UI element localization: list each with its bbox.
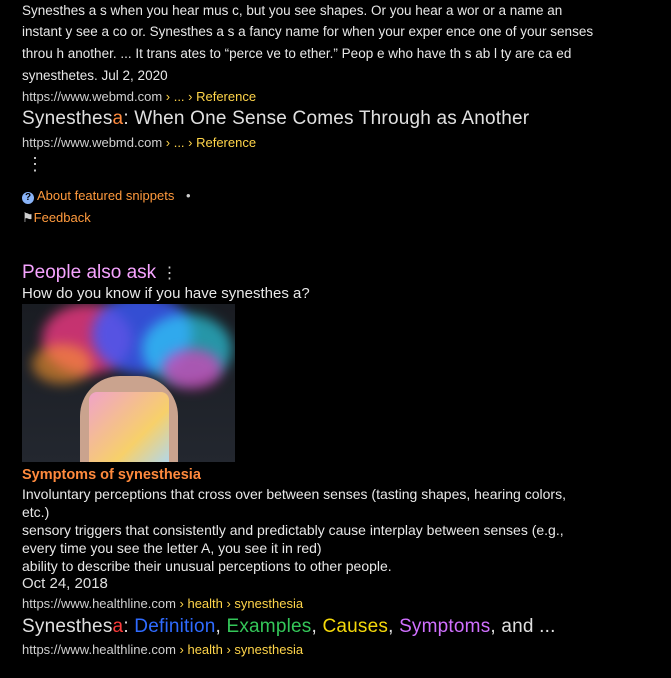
url-domain: https://www.healthline.com (22, 642, 176, 657)
title-part: a (112, 108, 124, 129)
feedback-label: Feedback (33, 210, 91, 225)
snippet-date-line: synesthetes. Jul 2, 2020 (22, 68, 168, 83)
title-part: : When One Sense Comes Through as Anothe… (123, 108, 530, 129)
title-part: : (123, 616, 135, 637)
symptom-line: etc.) (22, 504, 50, 520)
result-url-webmd-2[interactable]: https://www.webmd.com › ... › Reference (22, 135, 256, 150)
url-domain: https://www.webmd.com (22, 89, 163, 104)
paa-question[interactable]: How do you know if you have synesthes a? (22, 285, 310, 302)
snippet-line-3: throu h another. ... It trans ates to “p… (22, 46, 572, 61)
result-title-webmd[interactable]: Synesthesa: When One Sense Comes Through… (22, 108, 529, 130)
url-breadcrumb: › health › synesthesia (175, 596, 304, 611)
result-menu-icon[interactable]: ⋮ (26, 154, 44, 175)
title-part: , and ... (490, 616, 556, 637)
result-url-webmd-1[interactable]: https://www.webmd.com › ... › Reference (22, 89, 256, 104)
url-breadcrumb: › health › synesthesia (175, 642, 304, 657)
symptom-line: ability to describe their unusual percep… (22, 558, 392, 574)
title-part: Definition (134, 616, 216, 637)
about-featured-snippets-link[interactable]: ? About featured snippets • (22, 188, 191, 204)
paa-title-text: People also ask (22, 262, 157, 283)
symptom-line: Involuntary perceptions that cross over … (22, 486, 566, 502)
title-part: a (112, 616, 124, 637)
title-part: Causes (322, 616, 389, 637)
url-breadcrumb: › ... › Reference (162, 89, 257, 104)
title-part: Symptoms (399, 616, 491, 637)
result-title-healthline[interactable]: Synesthesa: Definition, Examples, Causes… (22, 616, 556, 638)
symptoms-heading: Symptoms of synesthesia (22, 467, 201, 483)
title-part: , (388, 616, 400, 637)
url-domain: https://www.healthline.com (22, 596, 176, 611)
title-part: , (311, 616, 323, 637)
url-domain: https://www.webmd.com (22, 135, 163, 150)
title-part: Examples (226, 616, 312, 637)
people-also-ask-heading: People also ask ⋮ (22, 262, 177, 284)
title-part: Synesthes (22, 616, 113, 637)
help-icon: ? (22, 192, 34, 204)
title-part: , (215, 616, 227, 637)
paa-source-url[interactable]: https://www.healthline.com › health › sy… (22, 596, 303, 611)
paa-image (22, 304, 235, 462)
title-part: Synesthes (22, 108, 113, 129)
feedback-link[interactable]: ⚑Feedback (22, 210, 91, 226)
snippet-line-1: Synesthes a s when you hear mus c, but y… (22, 3, 563, 18)
symptom-line: every time you see the letter A, you see… (22, 540, 322, 556)
snippet-line-2: instant y see a co or. Synesthes a s a f… (22, 24, 594, 39)
symptom-line: sensory triggers that consistently and p… (22, 522, 564, 538)
url-breadcrumb: › ... › Reference (162, 135, 257, 150)
separator-bullet: • (185, 188, 191, 203)
result-url-healthline[interactable]: https://www.healthline.com › health › sy… (22, 642, 303, 657)
about-label: About featured snippets (37, 188, 175, 203)
paa-menu-icon[interactable]: ⋮ (161, 265, 177, 282)
feedback-icon: ⚑ (22, 210, 34, 225)
paa-date: Oct 24, 2018 (22, 575, 108, 592)
